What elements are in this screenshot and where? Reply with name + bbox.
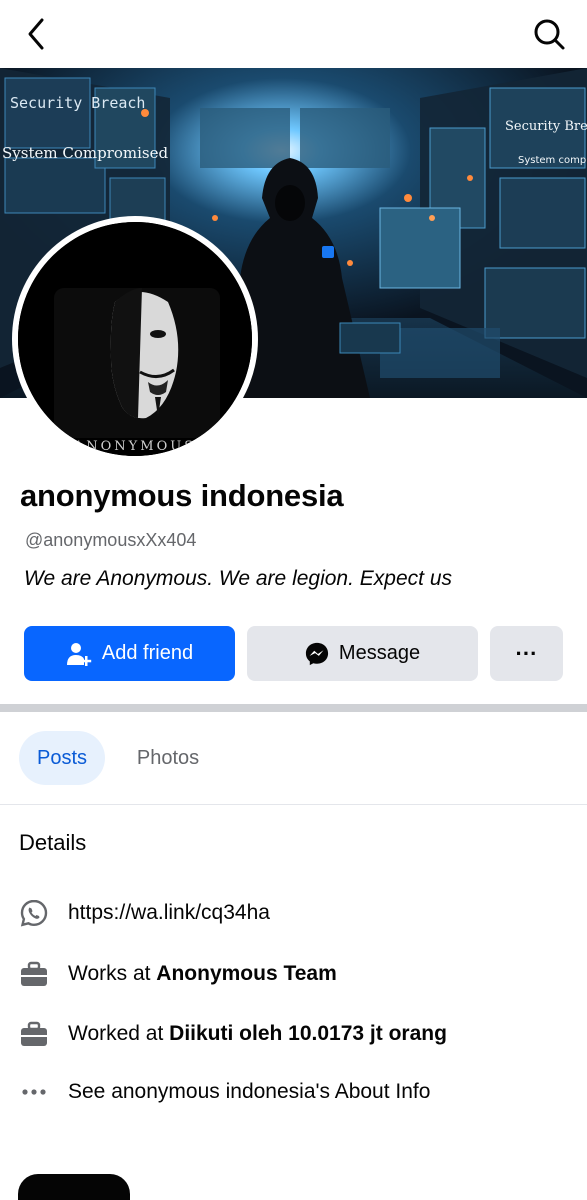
avatar: ANONYMOUS: [18, 222, 252, 456]
guy-fawkes-mask-image: ANONYMOUS: [18, 222, 252, 456]
works-at-company[interactable]: Anonymous Team: [156, 962, 336, 985]
cover-text: System compromised: [518, 155, 587, 166]
add-friend-label: Add friend: [101, 642, 194, 664]
more-options-button[interactable]: ···: [490, 626, 563, 681]
detail-row-worked: Worked at Diikuti oleh 10.0173 jt orang: [0, 1014, 587, 1054]
chevron-left-icon: [28, 18, 44, 50]
whatsapp-icon: [18, 897, 50, 929]
search-icon: [534, 19, 565, 50]
message-button[interactable]: Message: [247, 626, 478, 681]
detail-row-whatsapp: https://wa.link/cq34ha: [0, 893, 587, 933]
profile-bio: We are Anonymous. We are legion. Expect …: [24, 567, 452, 590]
top-bar: [0, 0, 587, 68]
cover-text: Security Breach: [505, 119, 587, 134]
briefcase-icon: [18, 1018, 50, 1050]
cover-text: System Compromised: [2, 144, 168, 162]
search-button[interactable]: [529, 14, 569, 54]
tabs-divider: [0, 804, 587, 805]
details-heading: Details: [19, 830, 87, 855]
about-info-link[interactable]: See anonymous indonesia's About Info: [68, 1080, 430, 1104]
messenger-icon: [305, 642, 329, 666]
back-button[interactable]: [18, 14, 54, 54]
tab-posts[interactable]: Posts: [19, 731, 105, 785]
message-label: Message: [338, 642, 421, 664]
section-divider: [0, 704, 587, 712]
works-at-text: Works at Anonymous Team: [68, 962, 337, 986]
worked-at-company[interactable]: Diikuti oleh 10.0173 jt orang: [169, 1022, 447, 1045]
mask-caption: ANONYMOUS: [73, 439, 196, 454]
more-dots-icon: ···: [515, 640, 538, 666]
detail-row-about[interactable]: See anonymous indonesia's About Info: [0, 1072, 587, 1112]
profile-handle: @anonymousxXx404: [25, 530, 197, 550]
worked-at-text: Worked at Diikuti oleh 10.0173 jt orang: [68, 1022, 447, 1046]
whatsapp-link[interactable]: https://wa.link/cq34ha: [68, 901, 270, 925]
tab-photos[interactable]: Photos: [120, 731, 216, 785]
profile-name: anonymous indonesia: [20, 478, 344, 513]
works-at-prefix: Works at: [68, 962, 157, 985]
detail-row-work: Works at Anonymous Team: [0, 954, 587, 994]
cover-text: Security Breach: [10, 94, 145, 112]
worked-at-prefix: Worked at: [68, 1022, 170, 1045]
profile-avatar[interactable]: ANONYMOUS: [12, 216, 258, 462]
bottom-partial-element: [18, 1174, 130, 1200]
briefcase-icon: [18, 958, 50, 990]
more-dots-icon: [18, 1076, 50, 1108]
add-friend-button[interactable]: Add friend: [24, 626, 235, 681]
add-person-icon: [66, 641, 92, 667]
